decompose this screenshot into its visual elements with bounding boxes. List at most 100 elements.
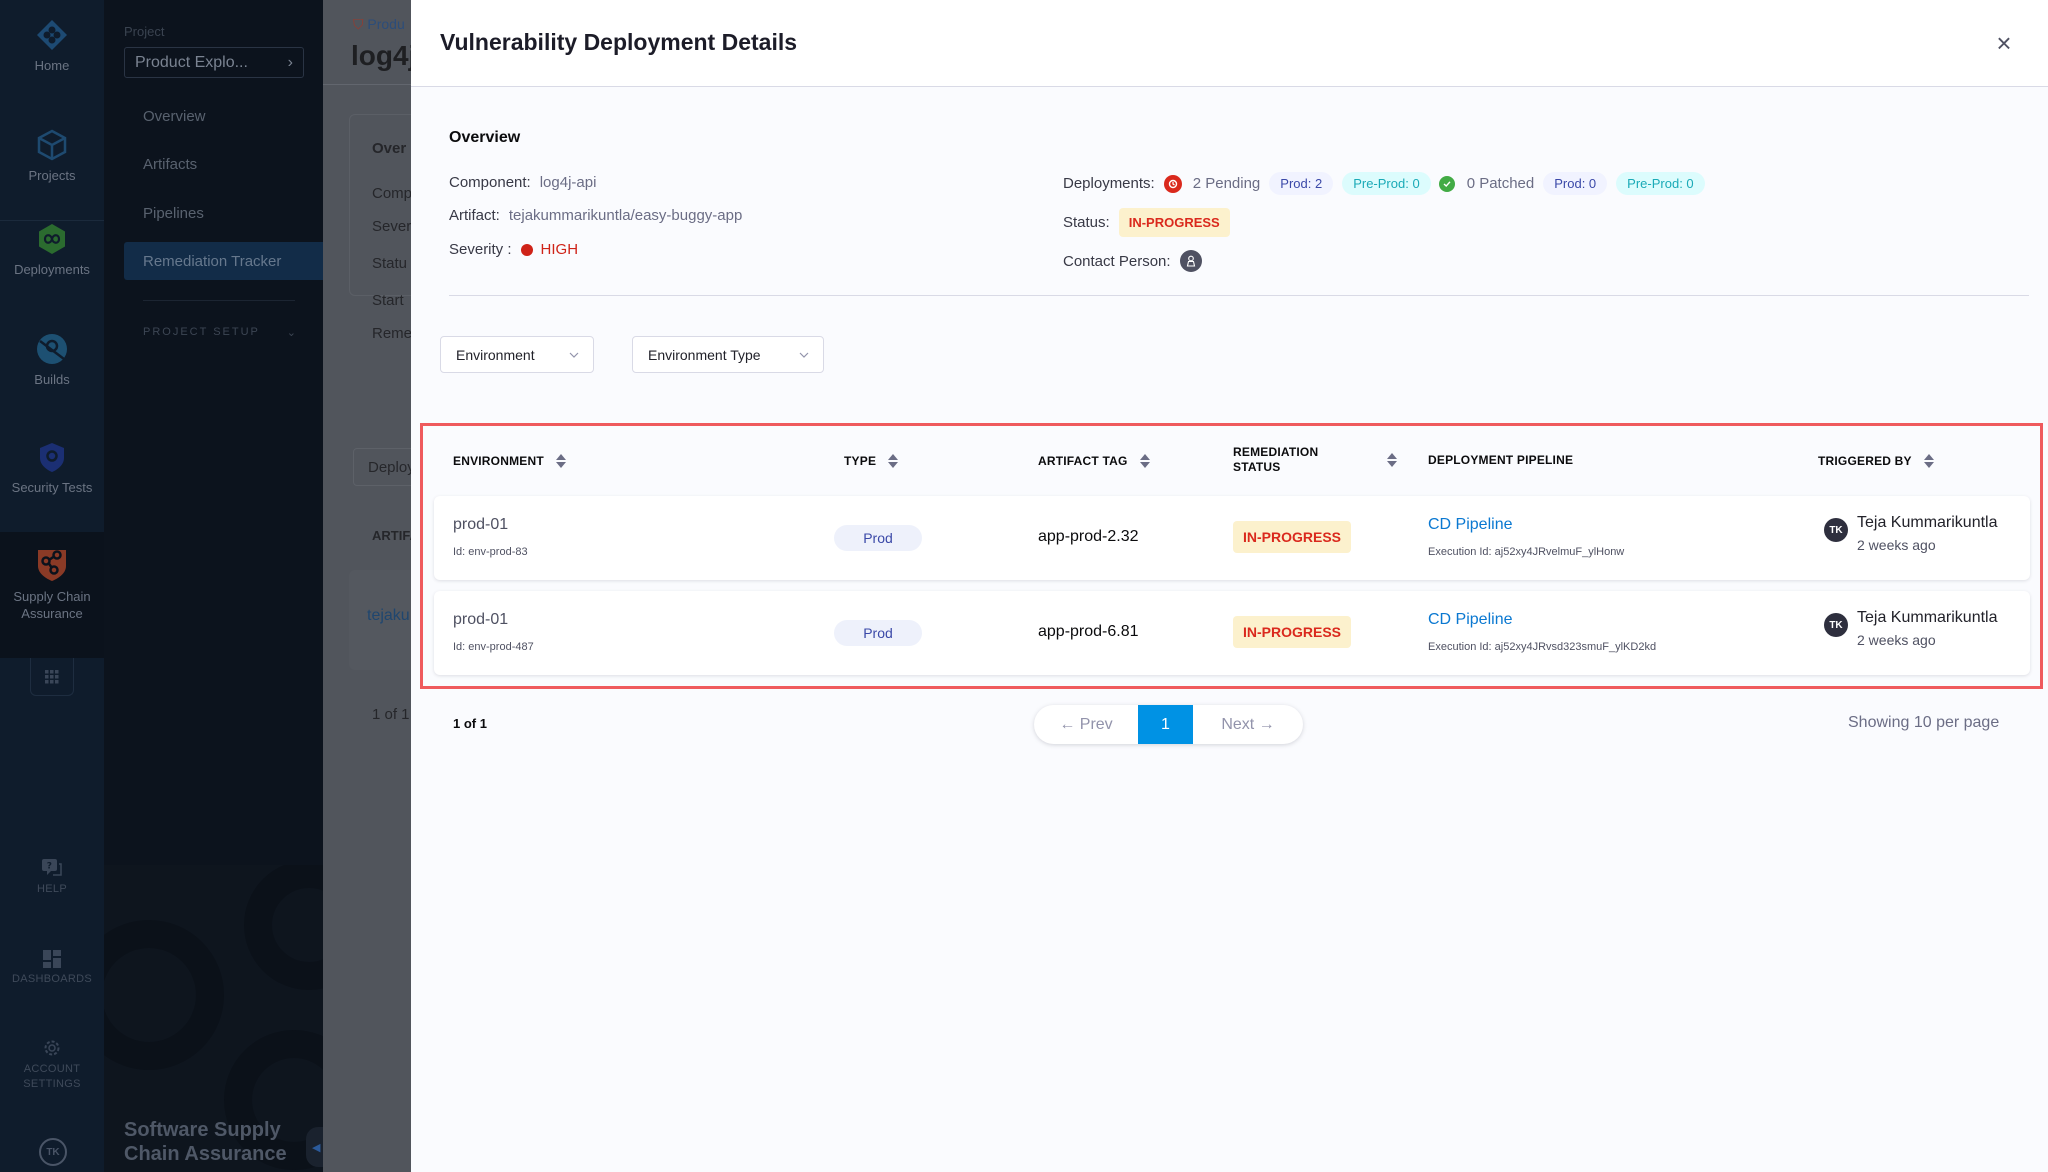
execution-id: Execution Id: aj52xy4JRvsd323smuF_ylKD2k… (1428, 641, 1657, 653)
status-label: Status: (1063, 214, 1110, 231)
sort-icon[interactable] (1139, 453, 1150, 469)
nav-projects-label: Projects (28, 168, 76, 183)
background-link: tejaku (367, 607, 410, 624)
column-header-label: TRIGGERED BY (1818, 453, 1912, 468)
nav-dashboards[interactable]: DASHBOARDS (0, 950, 104, 987)
table-row[interactable]: prod-01 Id: env-prod-83 Prod app-prod-2.… (434, 496, 2030, 580)
project-nav-pipelines[interactable]: Pipelines (124, 194, 323, 232)
environment-type-filter[interactable]: Environment Type (632, 336, 824, 373)
project-label: Project (124, 24, 165, 39)
nav-supply-chain-label: Supply Chain Assurance (13, 589, 91, 621)
nav-home[interactable]: Home (0, 18, 104, 73)
column-header-label: DEPLOYMENT PIPELINE (1428, 453, 1574, 467)
pagination: ← Prev 1 Next → (1034, 705, 1303, 744)
deployments-field: Deployments: 2 Pending Prod: 2 Pre-Prod:… (1063, 172, 1705, 195)
module-promo-banner: Software Supply Chain Assurance ◀ (104, 865, 323, 1172)
svg-text:?: ? (47, 862, 53, 872)
severity-field: Severity : HIGH (449, 241, 578, 258)
project-nav-artifacts[interactable]: Artifacts (124, 145, 323, 183)
nav-help-label: HELP (37, 883, 67, 895)
sort-icon[interactable] (888, 453, 899, 469)
project-nav-divider (143, 300, 295, 301)
background-title: log4j (351, 40, 417, 71)
background-field: Statu (372, 255, 408, 272)
nav-deployments[interactable]: Deployments (0, 222, 104, 277)
user-avatar[interactable]: TK (39, 1138, 67, 1166)
overview-heading: Overview (449, 129, 521, 146)
triggered-time: 2 weeks ago (1857, 632, 1936, 648)
nav-supply-chain-assurance[interactable]: Supply Chain Assurance (0, 532, 104, 658)
chevron-right-icon: › (287, 53, 293, 71)
pending-prod-badge: Prod: 2 (1269, 172, 1334, 195)
environment-filter-label: Environment (456, 346, 535, 363)
pending-count: 2 Pending (1192, 175, 1261, 192)
prev-page-button[interactable]: ← Prev (1034, 705, 1138, 744)
vulnerability-deployment-details-dialog: Vulnerability Deployment Details × Overv… (411, 0, 2048, 1172)
person-icon[interactable] (1179, 250, 1202, 272)
column-header-remediation-status[interactable]: REMEDIATION STATUS (1233, 445, 1397, 475)
decorative-ring (244, 865, 323, 990)
column-header-artifact-tag[interactable]: ARTIFACT TAG (1038, 453, 1150, 469)
background-field: Comp (372, 185, 413, 202)
page-count: 1 of 1 (453, 716, 487, 731)
background-field: Start (372, 292, 404, 309)
home-icon (37, 20, 67, 50)
artifact-label: Artifact: (449, 207, 500, 224)
column-header-triggered-by[interactable]: TRIGGERED BY (1818, 453, 1934, 469)
nav-builds[interactable]: Builds (0, 332, 104, 387)
close-button[interactable]: × (1989, 28, 2019, 58)
next-page-button[interactable]: Next → (1193, 705, 1303, 744)
project-setup-toggle[interactable]: PROJECT SETUP ⌄ (143, 326, 298, 339)
background-header-divider (323, 84, 423, 85)
environment-type-filter-label: Environment Type (648, 346, 761, 363)
type-badge: Prod (834, 620, 922, 646)
help-icon: ? (42, 859, 62, 876)
sort-icon[interactable] (1923, 453, 1934, 469)
nav-help[interactable]: ? HELP (0, 858, 104, 897)
background-field: Sever (372, 218, 412, 235)
sort-icon[interactable] (1387, 452, 1397, 468)
triggered-by-name: Teja Kummarikuntla (1857, 514, 1998, 531)
project-name: Product Explo... (135, 53, 248, 71)
project-nav-remediation-tracker[interactable]: Remediation Tracker (124, 242, 323, 280)
chevron-down-icon (799, 352, 809, 358)
pipeline-link[interactable]: CD Pipeline (1428, 516, 1512, 534)
background-pagination: 1 of 1 (372, 706, 410, 723)
collapse-nav-button[interactable]: ◀ (306, 1127, 323, 1167)
apps-grid-button[interactable] (30, 658, 74, 696)
promo-title: Software Supply Chain Assurance (124, 1119, 287, 1165)
dashboards-icon (43, 950, 61, 968)
sort-icon[interactable] (555, 453, 566, 469)
user-avatar: TK (1824, 613, 1848, 637)
patched-prod-badge: Prod: 0 (1543, 172, 1608, 195)
patched-count: 0 Patched (1466, 175, 1535, 192)
chevron-down-icon: ⌄ (286, 327, 298, 339)
nav-security-tests[interactable]: Security Tests (0, 440, 104, 495)
column-header-deployment-pipeline: DEPLOYMENT PIPELINE (1428, 453, 1573, 468)
nav-deployments-label: Deployments (14, 262, 90, 277)
execution-id: Execution Id: aj52xy4JRvelmuF_ylHonw (1428, 546, 1625, 558)
project-selector[interactable]: Product Explo... › (124, 47, 304, 78)
environment-name: prod-01 (453, 611, 509, 628)
breadcrumb-text: Produ (367, 16, 405, 32)
nav-account-settings-label: ACCOUNT SETTINGS (23, 1063, 81, 1090)
table-row[interactable]: prod-01 Id: env-prod-487 Prod app-prod-6… (434, 591, 2030, 675)
nav-account-settings[interactable]: ACCOUNT SETTINGS (0, 1038, 104, 1092)
artifact-tag: app-prod-6.81 (1038, 623, 1139, 640)
pipeline-link[interactable]: CD Pipeline (1428, 611, 1512, 629)
deployments-icon (39, 224, 65, 254)
check-circle-icon (1438, 175, 1455, 192)
column-header-label: ARTIFACT TAG (1038, 453, 1128, 468)
status-field: Status: IN-PROGRESS (1063, 208, 1230, 237)
nav-projects[interactable]: Projects (0, 128, 104, 183)
triggered-by-name: Teja Kummarikuntla (1857, 609, 1998, 626)
column-header-environment[interactable]: ENVIRONMENT (453, 453, 566, 469)
environment-filter[interactable]: Environment (440, 336, 594, 373)
environment-name: prod-01 (453, 516, 509, 533)
page-1-button[interactable]: 1 (1138, 705, 1193, 744)
project-nav-overview[interactable]: Overview (124, 97, 323, 135)
column-header-type[interactable]: TYPE (844, 453, 899, 469)
project-nav: Project Product Explo... › Overview Arti… (104, 0, 323, 1172)
status-badge: IN-PROGRESS (1118, 208, 1230, 237)
supply-chain-icon: ⛉ (353, 16, 364, 32)
